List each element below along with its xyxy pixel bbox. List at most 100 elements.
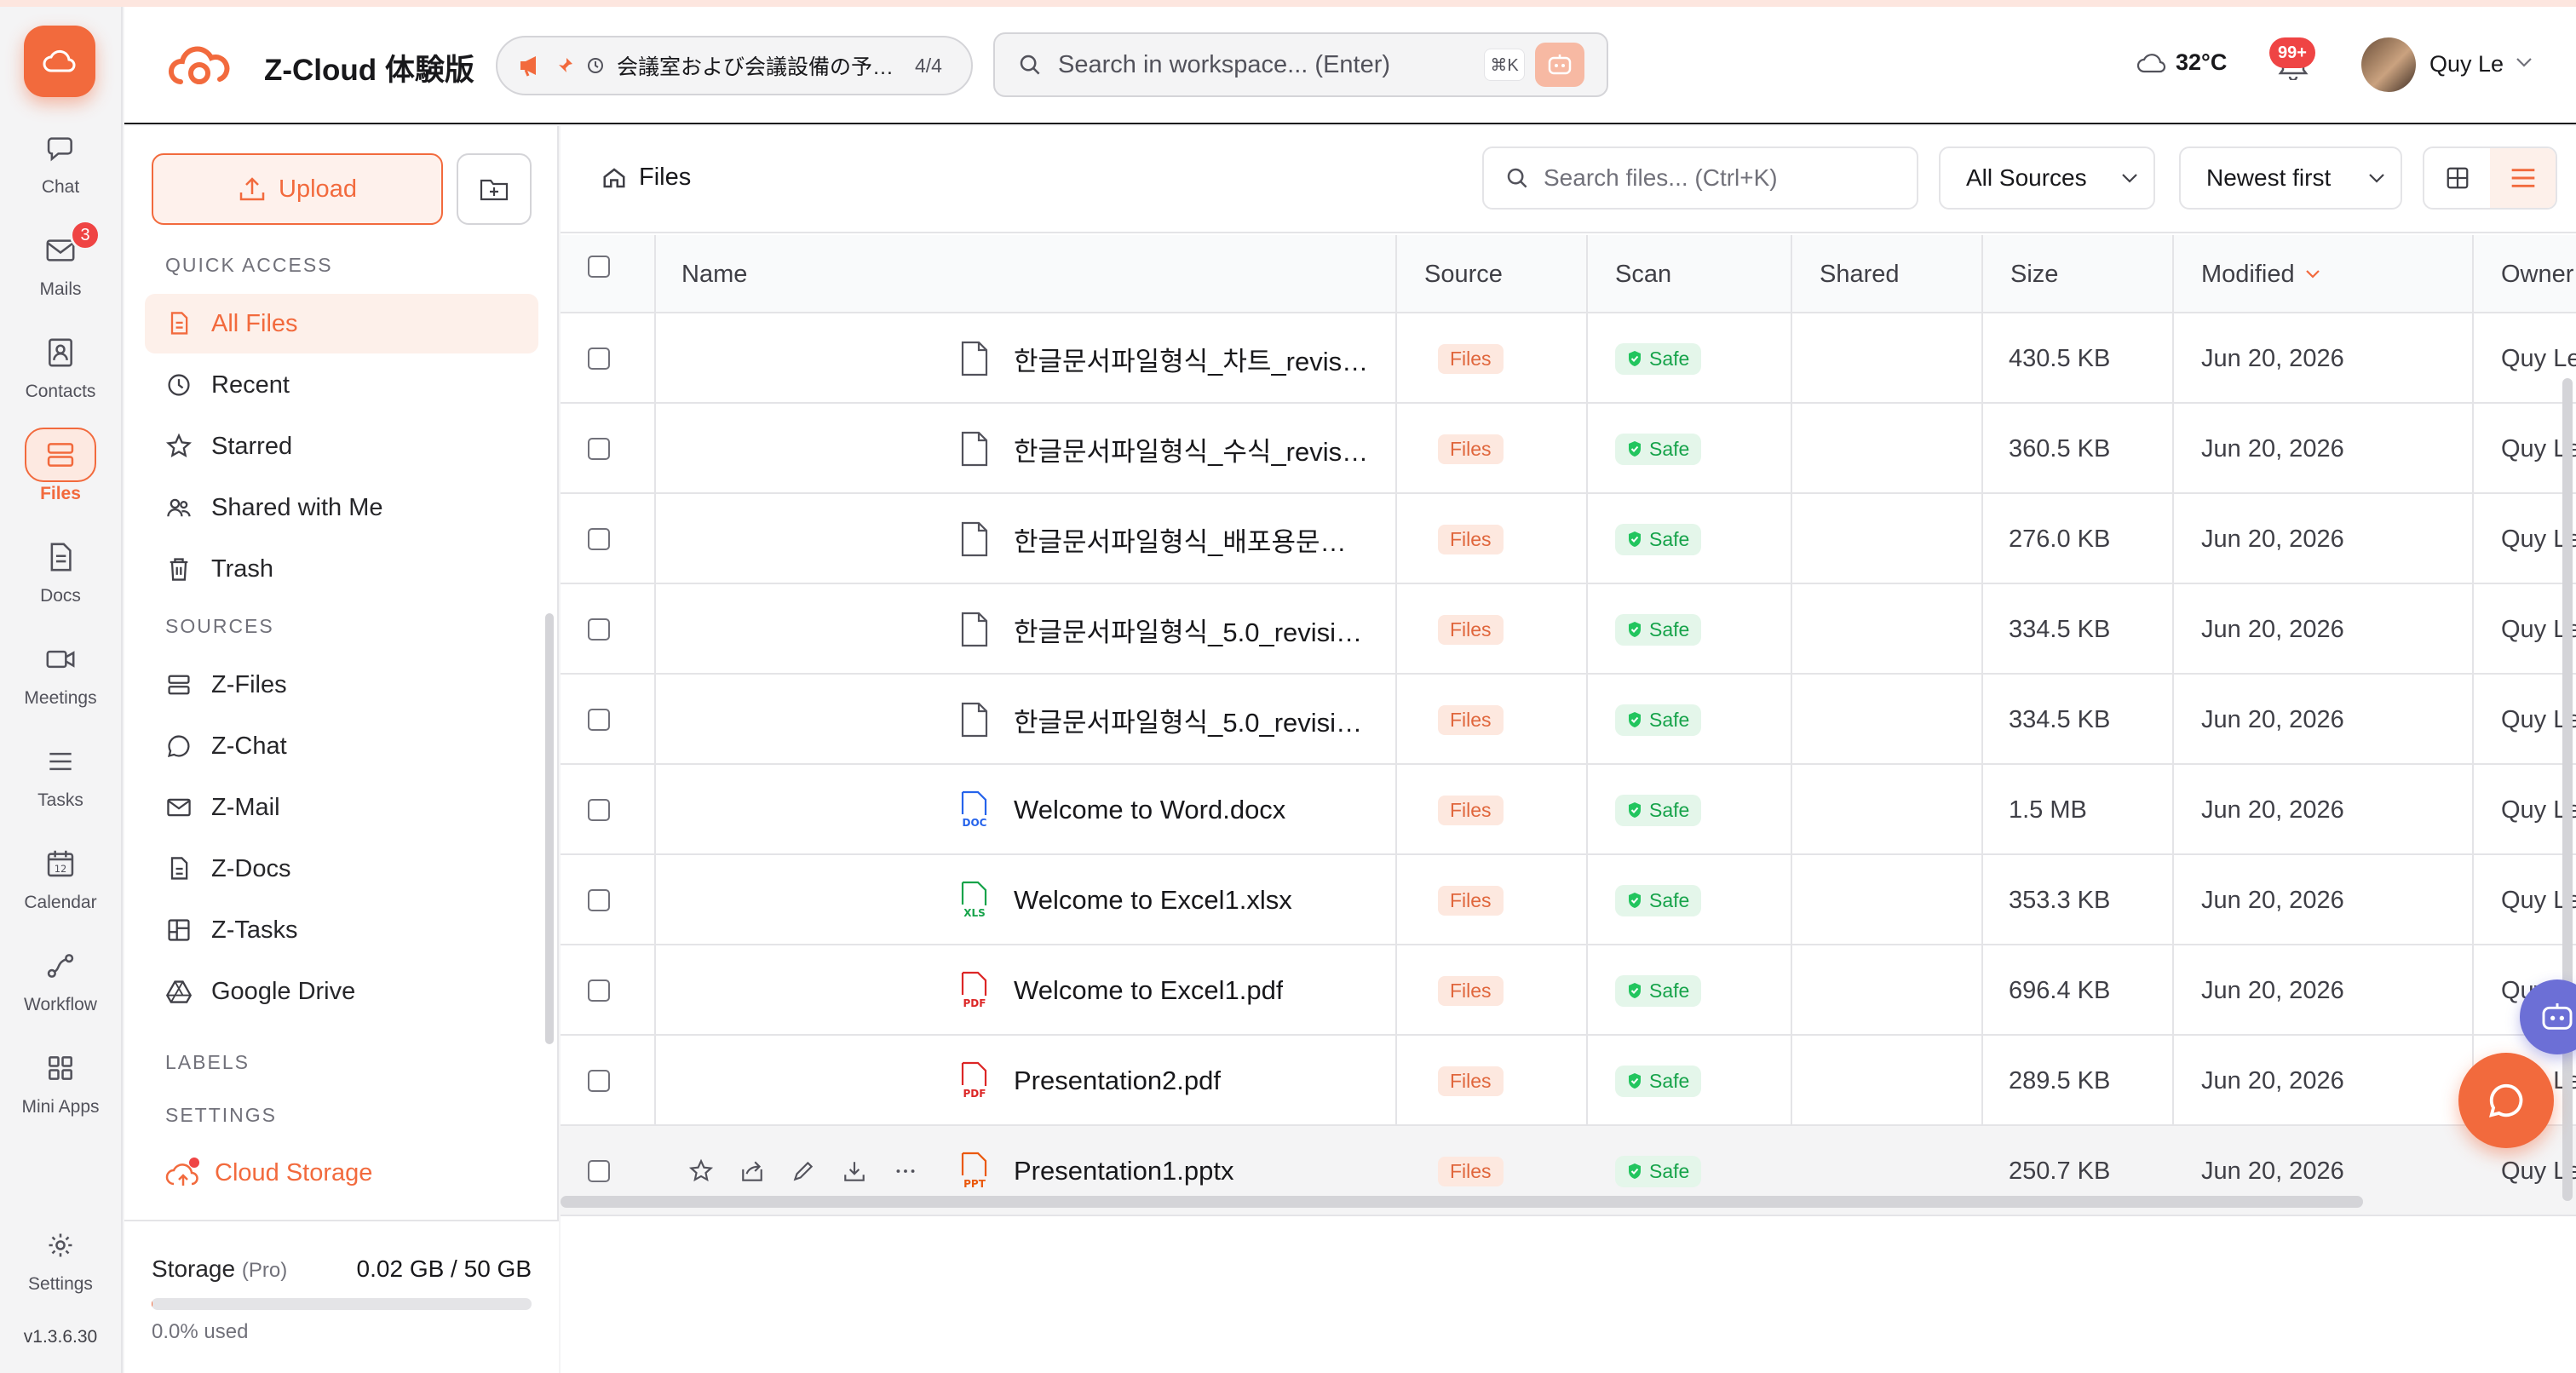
table-row[interactable]: 한글문서파일형식_배포용문서_revision.hwp Files Safe 276.…: [561, 494, 2576, 584]
file-name-cell[interactable]: XLS Welcome to Excel1.xlsx: [956, 855, 1292, 945]
storage-progress-bar: [152, 1298, 532, 1310]
table-row[interactable]: PDF Welcome to Excel1.pdf Files Safe 696.4 K…: [561, 945, 2576, 1036]
file-name-cell[interactable]: 한글문서파일형식_수식_revision.hwp: [956, 404, 1370, 494]
announcement-ticker[interactable]: 会議室および会議設備の予約と利用ルール 4/4: [496, 36, 973, 95]
rail-item-workflow[interactable]: Workflow: [0, 939, 121, 1032]
table-row[interactable]: 한글문서파일형식_5.0_revision.hwp Files Safe 334.5 …: [561, 584, 2576, 675]
sidebar-item-trash[interactable]: Trash: [145, 539, 538, 599]
sidebar-item-z-mail[interactable]: Z-Mail: [145, 778, 538, 837]
table-row[interactable]: 한글문서파일형식_차트_revision.hwp Files Safe 430.5 K…: [561, 313, 2576, 404]
sidebar-item-all-files[interactable]: All Files: [145, 294, 538, 353]
clock-icon: [165, 371, 193, 399]
rail-settings[interactable]: Settings: [0, 1218, 121, 1312]
sidebar-item-label: Trash: [211, 554, 274, 583]
file-name-cell[interactable]: 한글문서파일형식_5.0_revision.hwp: [956, 584, 1370, 675]
edit-icon[interactable]: [791, 1158, 816, 1184]
tasks-icon: [25, 734, 96, 789]
upload-button[interactable]: Upload: [152, 153, 443, 225]
rail-item-mails[interactable]: Mails: [0, 223, 121, 317]
source-filter-select[interactable]: All Sources: [1939, 146, 2155, 210]
rail-item-mini-apps[interactable]: Mini Apps: [0, 1041, 121, 1135]
column-scan[interactable]: Scan: [1588, 235, 1792, 313]
rail-label: Mini Apps: [21, 1097, 100, 1117]
weather-widget[interactable]: 32°C: [2136, 49, 2227, 76]
download-icon[interactable]: [842, 1158, 867, 1184]
share-icon[interactable]: [739, 1158, 765, 1184]
file-search-input[interactable]: Search files... (Ctrl+K): [1482, 146, 1918, 210]
sidebar-item-shared-with-me[interactable]: Shared with Me: [145, 478, 538, 537]
user-name[interactable]: Quy Le: [2429, 51, 2504, 78]
row-checkbox[interactable]: [588, 404, 610, 494]
sidebar-item-z-tasks[interactable]: Z-Tasks: [145, 900, 538, 960]
breadcrumb[interactable]: Files: [601, 164, 691, 192]
table-row[interactable]: 한글문서파일형식_수식_revision.hwp Files Safe 360.5 K…: [561, 404, 2576, 494]
file-name: 한글문서파일형식_5.0_revision.hwp: [1014, 707, 1370, 738]
rail-item-tasks[interactable]: Tasks: [0, 734, 121, 828]
column-size[interactable]: Size: [1983, 235, 2174, 313]
rail-item-meetings[interactable]: Meetings: [0, 632, 121, 726]
sidebar-item-label: Google Drive: [211, 977, 356, 1005]
modified-cell: Jun 20, 2026: [2201, 1066, 2344, 1094]
file-type-icon: [956, 341, 993, 376]
row-checkbox[interactable]: [588, 494, 610, 584]
file-name-cell[interactable]: PDF Welcome to Excel1.pdf: [956, 945, 1283, 1036]
size-cell: 334.5 KB: [2009, 615, 2111, 643]
rail-item-docs[interactable]: Docs: [0, 530, 121, 623]
column-name[interactable]: Name: [654, 235, 1397, 313]
file-name-cell[interactable]: 한글문서파일형식_차트_revision.hwp: [956, 313, 1370, 404]
table-row[interactable]: XLS Welcome to Excel1.xlsx Files Safe 353.3 …: [561, 855, 2576, 945]
row-checkbox[interactable]: [588, 765, 610, 855]
workspace-search[interactable]: Search in workspace... (Enter) ⌘K: [993, 32, 1608, 97]
row-checkbox[interactable]: [588, 313, 610, 404]
sidebar-item-label: Z-Chat: [211, 732, 287, 760]
table-row[interactable]: 한글문서파일형식_5.0_revision.hwp Files Safe 334.5 …: [561, 675, 2576, 765]
column-modified[interactable]: Modified: [2174, 235, 2474, 313]
row-checkbox[interactable]: [588, 675, 610, 765]
rail-item-files[interactable]: Files: [0, 428, 121, 521]
more-icon[interactable]: [893, 1158, 918, 1184]
scan-cell: Safe: [1615, 765, 1702, 855]
column-owner[interactable]: Owner: [2474, 235, 2576, 313]
chevron-down-icon: [2122, 174, 2137, 183]
list-view-button[interactable]: [2490, 148, 2556, 208]
table-row[interactable]: DOC Welcome to Word.docx Files Safe 1.5 MB Ju…: [561, 765, 2576, 855]
file-name-cell[interactable]: 한글문서파일형식_5.0_revision.hwp: [956, 675, 1370, 765]
file-name-cell[interactable]: PDF Presentation2.pdf: [956, 1036, 1221, 1126]
row-checkbox[interactable]: [588, 945, 610, 1036]
app-logo-button[interactable]: [24, 26, 95, 97]
grid-view-button[interactable]: [2424, 148, 2490, 208]
sidebar-item-google-drive[interactable]: Google Drive: [145, 962, 538, 1021]
clock-icon: [588, 58, 603, 73]
chevron-down-icon[interactable]: [2515, 56, 2533, 68]
folder-plus-icon: [480, 179, 509, 201]
ai-assistant-button[interactable]: [1535, 43, 1584, 87]
storage-label: Storage (Pro): [152, 1255, 288, 1282]
sidebar-item-z-files[interactable]: Z-Files: [145, 655, 538, 715]
rail-item-contacts[interactable]: Contacts: [0, 325, 121, 419]
column-source[interactable]: Source: [1397, 235, 1588, 313]
table-horizontal-scrollbar[interactable]: [561, 1196, 2363, 1208]
sort-select[interactable]: Newest first: [2179, 146, 2402, 210]
cloud-storage-link[interactable]: Cloud Storage: [165, 1157, 372, 1189]
rail-item-chat[interactable]: Chat: [0, 121, 121, 215]
row-checkbox[interactable]: [588, 584, 610, 675]
sidebar-item-z-docs[interactable]: Z-Docs: [145, 839, 538, 899]
table-vertical-scrollbar[interactable]: [2562, 378, 2573, 1201]
column-shared[interactable]: Shared: [1792, 235, 1983, 313]
file-name-cell[interactable]: 한글문서파일형식_배포용문서_revision.hwp: [956, 494, 1370, 584]
sidebar-item-starred[interactable]: Starred: [145, 416, 538, 476]
row-checkbox[interactable]: [588, 1036, 610, 1126]
file-name-cell[interactable]: DOC Welcome to Word.docx: [956, 765, 1285, 855]
user-avatar[interactable]: [2361, 37, 2416, 92]
star-icon[interactable]: [688, 1158, 714, 1184]
sidebar-item-recent[interactable]: Recent: [145, 355, 538, 415]
chat-support-fab[interactable]: [2458, 1053, 2554, 1148]
ai-bot-fab[interactable]: [2520, 979, 2576, 1056]
table-row[interactable]: PDF Presentation2.pdf Files Safe 289.5 KB Jun…: [561, 1036, 2576, 1126]
select-all-checkbox[interactable]: [588, 256, 610, 278]
rail-item-calendar[interactable]: 12 Calendar: [0, 836, 121, 930]
sidebar-scrollbar[interactable]: [545, 613, 554, 1044]
row-checkbox[interactable]: [588, 855, 610, 945]
new-folder-button[interactable]: [457, 153, 532, 225]
sidebar-item-z-chat[interactable]: Z-Chat: [145, 716, 538, 776]
